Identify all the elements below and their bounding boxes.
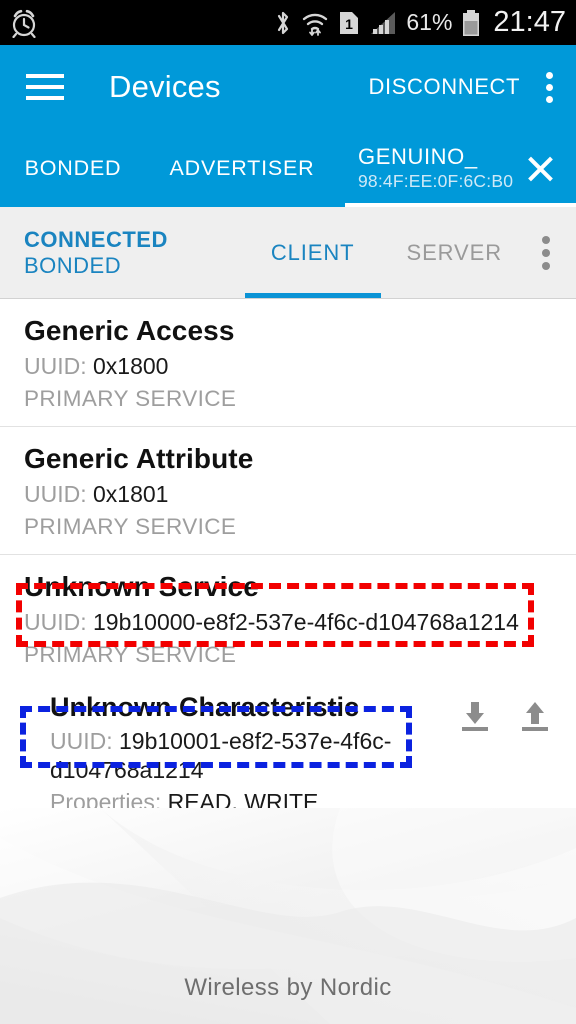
footer-branding-area: Wireless by Nordic	[0, 808, 576, 1024]
alarm-clock-icon	[12, 9, 36, 38]
upload-write-icon[interactable]	[516, 700, 554, 734]
uuid-value: 19b10000-e8f2-537e-4f6c-d104768a1214	[93, 609, 519, 635]
service-type: PRIMARY SERVICE	[24, 642, 237, 667]
action-bar-actions: DISCONNECT	[369, 66, 558, 109]
service-name: Unknown Service	[24, 571, 259, 602]
hamburger-bar	[26, 74, 64, 78]
service-row[interactable]: Generic Attribute UUID: 0x1801 PRIMARY S…	[0, 427, 576, 555]
service-type: PRIMARY SERVICE	[24, 386, 237, 411]
overflow-menu-icon[interactable]	[540, 66, 558, 109]
gatt-service-list: Generic Access UUID: 0x1800 PRIMARY SERV…	[0, 299, 576, 828]
wifi-icon	[303, 13, 328, 36]
service-uuid-line: UUID: 19b10000-e8f2-537e-4f6c-d104768a12…	[24, 609, 576, 636]
app-root: 1 61% 21:47 Devices DISCONNECT BONDED AD…	[0, 0, 576, 1024]
svg-text:1: 1	[345, 16, 353, 32]
page-title: Devices	[109, 69, 221, 104]
service-row[interactable]: Unknown Service UUID: 19b10000-e8f2-537e…	[0, 555, 576, 682]
uuid-label: UUID:	[24, 481, 87, 507]
tab-device-texts: GENUINO_ 98:4F:EE:0F:6C:B0	[358, 143, 514, 191]
status-bar: 1 61% 21:47	[0, 0, 576, 45]
disconnect-button[interactable]: DISCONNECT	[369, 74, 520, 100]
status-bar-right: 1 61% 21:47	[274, 6, 566, 39]
kebab-dot	[545, 95, 553, 103]
characteristic-action-icons	[456, 700, 554, 734]
kebab-dot	[545, 83, 553, 91]
kebab-dot	[542, 235, 550, 244]
status-bar-clock: 21:47	[493, 6, 566, 38]
connection-sub-bar: CONNECTED BONDED CLIENT SERVER	[0, 207, 576, 299]
hamburger-bar	[26, 96, 64, 100]
service-row[interactable]: Generic Access UUID: 0x1800 PRIMARY SERV…	[0, 299, 576, 427]
client-server-tabs: CLIENT SERVER	[244, 207, 528, 298]
battery-percent-label: 61%	[406, 9, 453, 35]
uuid-value: 0x1800	[93, 353, 169, 379]
tab-advertiser[interactable]: ADVERTISER	[146, 129, 338, 207]
connection-state-label: CONNECTED	[24, 226, 168, 252]
sim-1-icon: 1	[340, 11, 359, 34]
characteristic-row[interactable]: Unknown Characteristic UUID: 19b10001-e8…	[0, 682, 576, 828]
tab-server[interactable]: SERVER	[381, 207, 528, 298]
hamburger-menu-icon[interactable]	[26, 74, 64, 100]
status-bar-left	[10, 8, 38, 38]
kebab-dot	[545, 71, 553, 79]
primary-tab-strip: BONDED ADVERTISER GENUINO_ 98:4F:EE:0F:6…	[0, 129, 576, 207]
tab-client[interactable]: CLIENT	[244, 207, 381, 298]
battery-icon	[463, 9, 480, 36]
service-name: Generic Access	[24, 315, 235, 346]
download-read-icon[interactable]	[456, 700, 494, 734]
service-uuid-line: UUID: 0x1800	[24, 353, 576, 380]
service-type: PRIMARY SERVICE	[24, 514, 237, 539]
tab-bonded[interactable]: BONDED	[0, 129, 146, 207]
connection-status-block: CONNECTED BONDED	[0, 227, 168, 278]
footer-brand-label: Wireless by Nordic	[184, 974, 392, 1001]
service-name: Generic Attribute	[24, 443, 254, 474]
uuid-label: UUID:	[24, 609, 87, 635]
uuid-label: UUID:	[24, 353, 87, 379]
uuid-label: UUID:	[50, 728, 113, 754]
bluetooth-icon	[278, 11, 289, 34]
characteristic-uuid-line: UUID: 19b10001-e8f2-537e-4f6c-d104768a12…	[50, 727, 400, 785]
bond-state-label: BONDED	[24, 252, 122, 278]
tab-device-name: GENUINO_	[358, 143, 478, 169]
tab-device-genuino[interactable]: GENUINO_ 98:4F:EE:0F:6C:B0	[338, 129, 576, 207]
sub-bar-overflow-menu-icon[interactable]	[528, 235, 576, 270]
uuid-value: 0x1801	[93, 481, 169, 507]
cellular-signal-icon	[371, 11, 396, 34]
hamburger-bar	[26, 85, 64, 89]
kebab-dot	[542, 248, 550, 257]
service-uuid-line: UUID: 0x1801	[24, 481, 576, 508]
close-icon[interactable]	[518, 146, 562, 190]
kebab-dot	[542, 261, 550, 270]
action-bar: Devices DISCONNECT	[0, 45, 576, 129]
tab-device-mac: 98:4F:EE:0F:6C:B0	[358, 170, 514, 191]
